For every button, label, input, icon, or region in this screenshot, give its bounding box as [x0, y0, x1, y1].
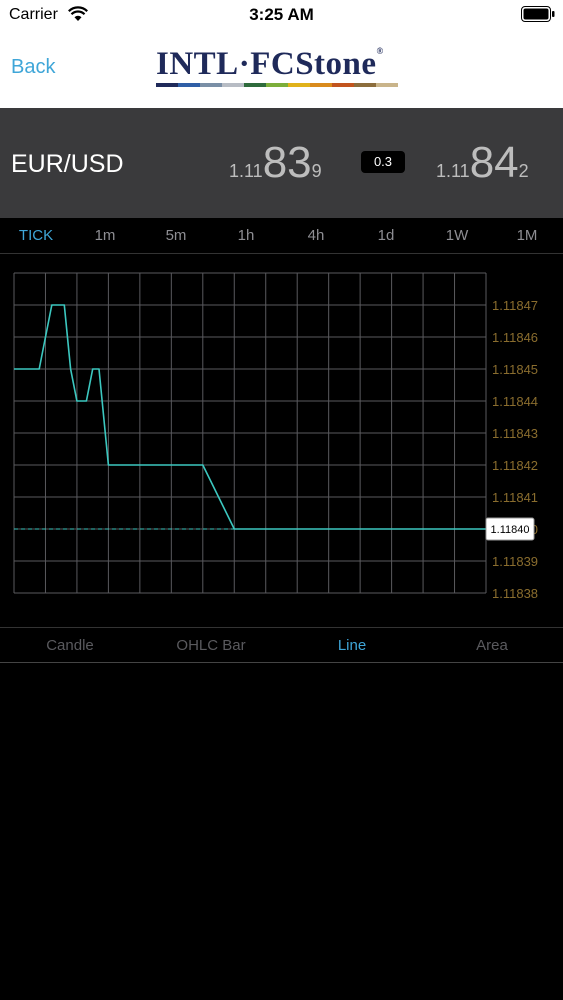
- status-bar: Carrier 3:25 AM: [0, 0, 563, 28]
- bid-price-pips: 83: [262, 138, 312, 187]
- chart-type-tabs: Candle OHLC Bar Line Area: [0, 627, 563, 663]
- y-tick-label: 1.11839: [492, 554, 538, 569]
- y-tick-label: 1.11844: [492, 394, 538, 409]
- bid-price-fraction: 9: [311, 161, 322, 181]
- chart-type-line[interactable]: Line: [282, 637, 422, 654]
- battery-icon: [521, 6, 555, 22]
- nav-bar: Back INTL·FCStone®: [0, 28, 563, 108]
- y-tick-label: 1.11846: [492, 330, 538, 345]
- y-tick-label: 1.11841: [492, 490, 538, 505]
- tab-4h[interactable]: 4h: [286, 227, 346, 244]
- tab-tick[interactable]: TICK: [6, 227, 66, 244]
- logo-text: INTL·FCStone: [156, 46, 377, 82]
- logo-color-stripe: [156, 83, 398, 87]
- back-button[interactable]: Back: [11, 56, 55, 79]
- y-tick-label: 1.11838: [492, 586, 538, 601]
- price-chart[interactable]: 1.11847 1.11846 1.11845 1.11844 1.11843 1.118…: [0, 254, 563, 628]
- line-chart-svg: 1.11847 1.11846 1.11845 1.11844 1.11843 1.118…: [13, 272, 538, 601]
- y-tick-label: 1.11842: [492, 458, 538, 473]
- y-tick-label: 1.11845: [492, 362, 538, 377]
- ask-price-pips: 84: [469, 138, 519, 187]
- ask-price-prefix: 1.11: [436, 161, 470, 181]
- ask-price[interactable]: 1.11842: [436, 138, 529, 188]
- tab-1m[interactable]: 1m: [75, 227, 135, 244]
- chart-type-ohlc-bar[interactable]: OHLC Bar: [141, 637, 281, 654]
- spread-badge: 0.3: [361, 151, 405, 173]
- tab-1w[interactable]: 1W: [427, 227, 487, 244]
- y-tick-label: 1.11843: [492, 426, 538, 441]
- ask-price-fraction: 2: [518, 161, 529, 181]
- tab-1mo[interactable]: 1M: [497, 227, 557, 244]
- bid-price-prefix: 1.11: [229, 161, 263, 181]
- tab-1h[interactable]: 1h: [216, 227, 276, 244]
- clock: 3:25 AM: [249, 5, 314, 24]
- chart-type-candle[interactable]: Candle: [0, 637, 140, 654]
- logo-registered-mark: ®: [376, 46, 384, 56]
- intl-fcstone-logo: INTL·FCStone®: [156, 46, 406, 90]
- tab-5m[interactable]: 5m: [146, 227, 206, 244]
- currency-pair: EUR/USD: [11, 150, 124, 178]
- timeframe-tabs: TICK 1m 5m 1h 4h 1d 1W 1M: [0, 218, 563, 254]
- quote-header: EUR/USD 1.11839 0.3 1.11842: [0, 108, 563, 218]
- chart-type-area[interactable]: Area: [422, 637, 562, 654]
- bid-price[interactable]: 1.11839: [229, 138, 322, 188]
- price-series-line: [14, 304, 486, 530]
- current-price-label: 1.11840: [491, 524, 530, 536]
- y-tick-label: 1.11847: [492, 298, 538, 313]
- tab-1d[interactable]: 1d: [356, 227, 416, 244]
